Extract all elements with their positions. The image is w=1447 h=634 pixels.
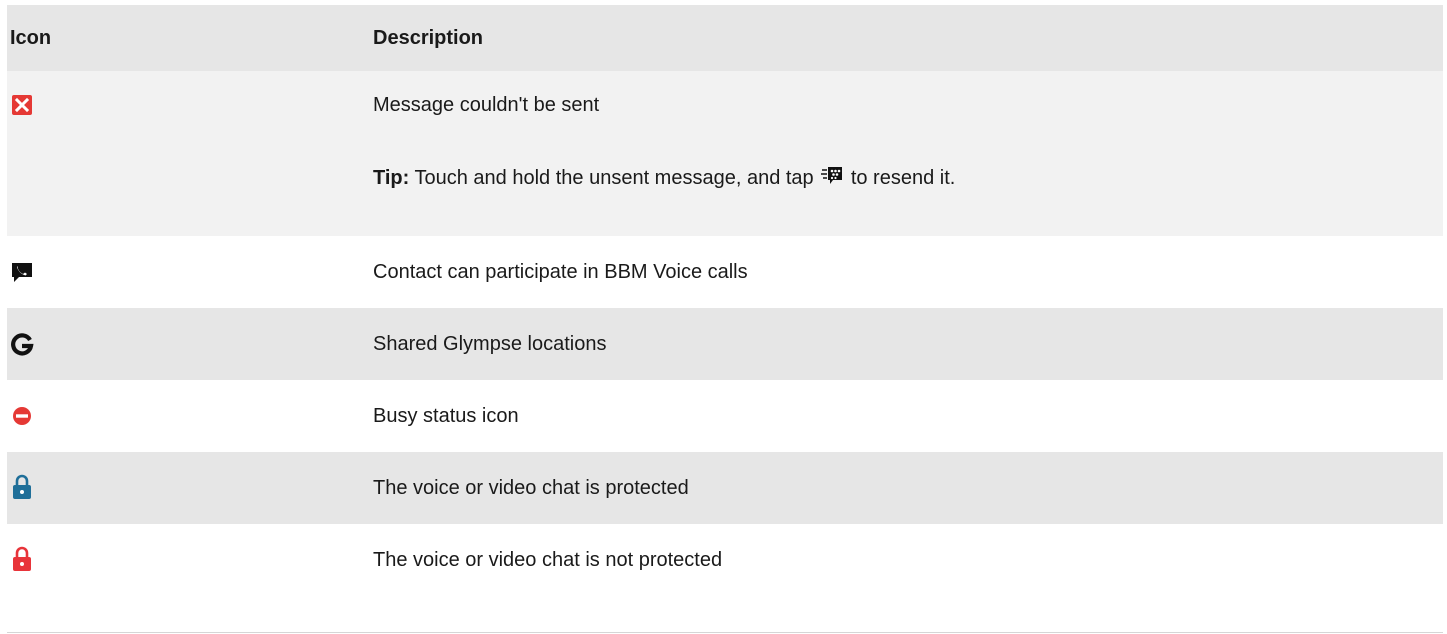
lock-unprotected-icon bbox=[10, 546, 34, 571]
table-row: The voice or video chat is protected bbox=[7, 452, 1443, 524]
table-row: Shared Glympse locations bbox=[7, 308, 1443, 380]
bbm-resend-icon bbox=[821, 165, 843, 187]
table-header: Icon Description bbox=[7, 5, 1443, 71]
tip-label: Tip: bbox=[373, 167, 410, 189]
table-row: Contact can participate in BBM Voice cal… bbox=[7, 236, 1443, 308]
row-description: The voice or video chat is not protected bbox=[373, 549, 723, 571]
bbm-voice-icon bbox=[10, 260, 34, 284]
tip-before: Touch and hold the unsent message, and t… bbox=[414, 167, 814, 189]
header-icon: Icon bbox=[10, 27, 52, 49]
red-x-icon bbox=[10, 93, 34, 117]
row-description: Message couldn't be sent bbox=[373, 94, 600, 116]
table-row: Message couldn't be sent Tip: Touch and … bbox=[7, 71, 1443, 236]
row-description: The voice or video chat is protected bbox=[373, 477, 689, 499]
lock-protected-icon bbox=[10, 474, 34, 499]
row-description: Shared Glympse locations bbox=[373, 333, 607, 355]
icon-description-table: Icon Description Message couldn't be sen… bbox=[7, 5, 1443, 633]
row-description: Busy status icon bbox=[373, 405, 519, 427]
tip-after: to resend it. bbox=[850, 167, 956, 189]
glympse-icon bbox=[10, 332, 34, 356]
row-description: Contact can participate in BBM Voice cal… bbox=[373, 261, 748, 283]
table-row: Busy status icon bbox=[7, 380, 1443, 452]
busy-status-icon bbox=[10, 404, 34, 428]
table-row: The voice or video chat is not protected bbox=[7, 524, 1443, 632]
header-description: Description bbox=[373, 27, 484, 49]
tip-text: Tip: Touch and hold the unsent message, … bbox=[373, 165, 955, 190]
